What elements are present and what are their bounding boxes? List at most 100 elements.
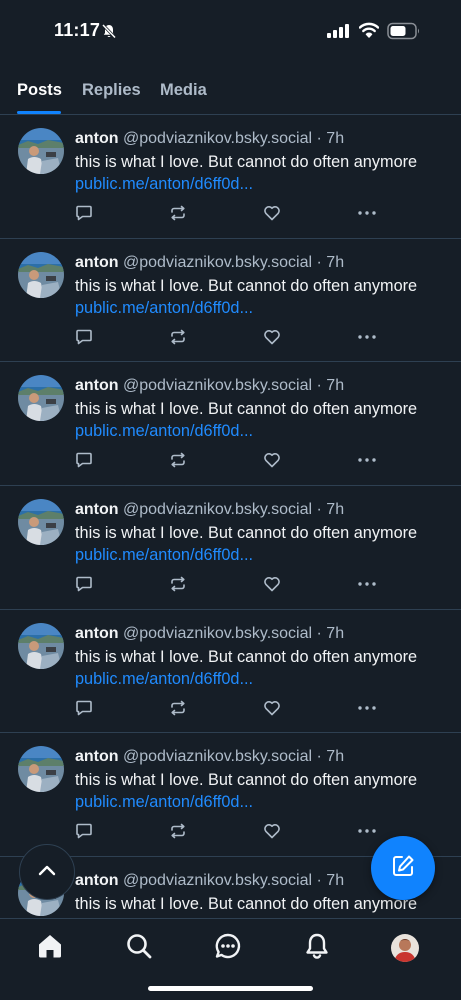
author-avatar[interactable]: [18, 499, 64, 546]
post-feed: anton @podviaznikov.bsky.social · 7h thi…: [0, 115, 461, 918]
more-icon[interactable]: [357, 451, 377, 474]
post-text: this is what I love. But cannot do often…: [75, 647, 418, 666]
post-header: anton @podviaznikov.bsky.social · 7h: [75, 130, 344, 148]
like-icon[interactable]: [263, 451, 281, 474]
post-link[interactable]: public.me/anton/d6ff0d...: [75, 422, 253, 441]
post-author[interactable]: anton: [75, 748, 119, 765]
post-author[interactable]: anton: [75, 130, 119, 147]
wifi-icon: [358, 22, 380, 43]
reply-icon[interactable]: [75, 204, 93, 227]
nav-home[interactable]: [35, 933, 65, 963]
active-tab-indicator: [17, 111, 61, 114]
repost-icon[interactable]: [169, 451, 187, 474]
reply-icon[interactable]: [75, 699, 93, 722]
battery-icon: [387, 22, 421, 45]
more-icon[interactable]: [357, 328, 377, 351]
post-actions: [75, 204, 395, 226]
profile-tabs: Posts Replies Media: [0, 68, 461, 115]
repost-icon[interactable]: [169, 328, 187, 351]
post-author[interactable]: anton: [75, 377, 119, 394]
post-handle[interactable]: @podviaznikov.bsky.social: [123, 377, 312, 394]
like-icon[interactable]: [263, 575, 281, 598]
author-avatar[interactable]: [18, 128, 64, 174]
post-header: anton @podviaznikov.bsky.social · 7h: [75, 377, 344, 395]
nav-search[interactable]: [124, 933, 154, 963]
post-actions: [75, 822, 395, 844]
reply-icon[interactable]: [75, 451, 93, 474]
post-header: anton @podviaznikov.bsky.social · 7h: [75, 501, 344, 519]
like-icon[interactable]: [263, 204, 281, 227]
nav-profile-avatar[interactable]: [391, 934, 419, 962]
reply-icon[interactable]: [75, 822, 93, 845]
post-time: · 7h: [316, 253, 345, 271]
search-icon: [125, 932, 153, 965]
post-text: this is what I love. But cannot do often…: [75, 153, 418, 171]
compose-post-button[interactable]: [371, 836, 435, 900]
post-handle[interactable]: @podviaznikov.bsky.social: [123, 748, 312, 765]
like-icon[interactable]: [263, 822, 281, 845]
post-text: this is what I love. But cannot do often…: [75, 400, 418, 419]
more-icon[interactable]: [357, 822, 377, 845]
status-time: 11:17: [54, 20, 101, 40]
post-time: · 7h: [316, 624, 345, 642]
author-avatar[interactable]: [18, 622, 64, 669]
post-header: anton @podviaznikov.bsky.social · 7h: [75, 748, 344, 766]
reply-icon[interactable]: [75, 328, 93, 351]
post-link[interactable]: public.me/anton/d6ff0d...: [75, 299, 253, 318]
post-item[interactable]: anton @podviaznikov.bsky.social · 7h thi…: [0, 610, 461, 734]
home-indicator: [148, 986, 313, 991]
post-link[interactable]: public.me/anton/d6ff0d...: [75, 670, 253, 689]
author-avatar[interactable]: [18, 375, 64, 422]
post-item[interactable]: anton @podviaznikov.bsky.social · 7h thi…: [0, 486, 461, 610]
bell-slash-icon: [101, 23, 117, 44]
post-item[interactable]: anton @podviaznikov.bsky.social · 7h thi…: [0, 115, 461, 239]
post-text: this is what I love. But cannot do often…: [75, 895, 418, 914]
author-avatar[interactable]: [18, 746, 64, 793]
repost-icon[interactable]: [169, 575, 187, 598]
post-item[interactable]: anton @podviaznikov.bsky.social · 7h thi…: [0, 362, 461, 487]
post-text: this is what I love. But cannot do often…: [75, 771, 418, 790]
post-text: this is what I love. But cannot do often…: [75, 524, 418, 543]
post-author[interactable]: anton: [75, 501, 119, 518]
more-icon[interactable]: [357, 204, 377, 227]
repost-icon[interactable]: [169, 204, 187, 227]
tab-media[interactable]: Media: [160, 81, 207, 100]
post-time: · 7h: [316, 872, 345, 890]
author-avatar[interactable]: [18, 251, 64, 298]
tab-replies[interactable]: Replies: [82, 81, 141, 100]
nav-chat[interactable]: [213, 933, 243, 963]
chat-icon: [214, 932, 242, 965]
post-handle[interactable]: @podviaznikov.bsky.social: [123, 872, 312, 889]
repost-icon[interactable]: [169, 822, 187, 845]
post-header: anton @podviaznikov.bsky.social · 7h: [75, 254, 344, 272]
post-header: anton @podviaznikov.bsky.social · 7h: [75, 872, 344, 890]
post-item[interactable]: anton @podviaznikov.bsky.social · 7h thi…: [0, 239, 461, 363]
repost-icon[interactable]: [169, 699, 187, 722]
post-time: · 7h: [316, 501, 345, 519]
post-text: this is what I love. But cannot do often…: [75, 276, 418, 295]
post-link[interactable]: public.me/anton/d6ff0d...: [75, 175, 253, 194]
post-author[interactable]: anton: [75, 625, 119, 642]
post-handle[interactable]: @podviaznikov.bsky.social: [123, 625, 312, 642]
like-icon[interactable]: [263, 328, 281, 351]
post-time: · 7h: [316, 377, 345, 395]
post-link[interactable]: public.me/anton/d6ff0d...: [75, 546, 253, 565]
post-handle[interactable]: @podviaznikov.bsky.social: [123, 254, 312, 271]
more-icon[interactable]: [357, 575, 377, 598]
scroll-to-top-button[interactable]: [19, 844, 75, 900]
post-header: anton @podviaznikov.bsky.social · 7h: [75, 625, 344, 643]
like-icon[interactable]: [263, 699, 281, 722]
more-icon[interactable]: [357, 699, 377, 722]
status-bar: 11:17: [0, 0, 461, 62]
post-time: · 7h: [316, 748, 345, 766]
post-author[interactable]: anton: [75, 872, 119, 889]
post-handle[interactable]: @podviaznikov.bsky.social: [123, 501, 312, 518]
tab-posts[interactable]: Posts: [17, 81, 62, 100]
post-author[interactable]: anton: [75, 254, 119, 271]
reply-icon[interactable]: [75, 575, 93, 598]
nav-notifications[interactable]: [302, 933, 332, 963]
chevron-up-icon: [38, 863, 56, 881]
post-link[interactable]: public.me/anton/d6ff0d...: [75, 793, 253, 812]
post-actions: [75, 699, 395, 721]
post-handle[interactable]: @podviaznikov.bsky.social: [123, 130, 312, 147]
